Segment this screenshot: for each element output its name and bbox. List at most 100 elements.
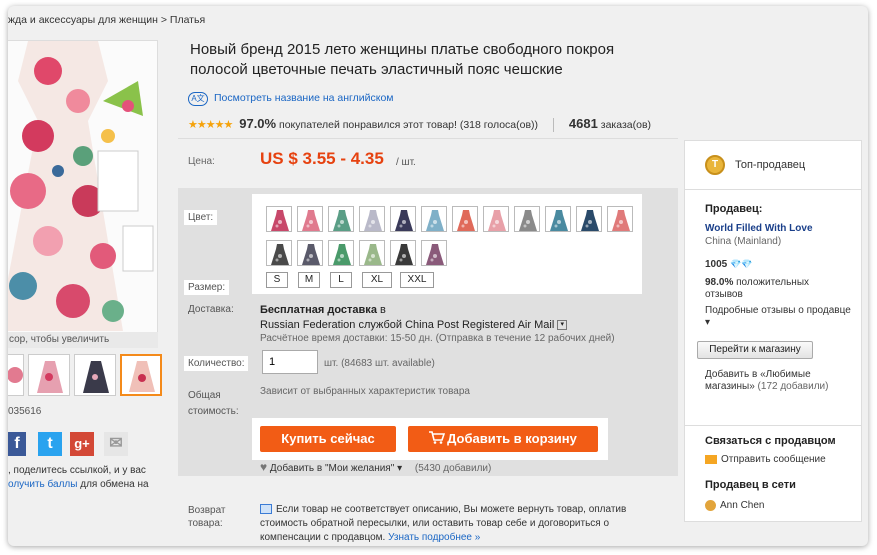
send-message-link[interactable]: Отправить сообщение [705, 454, 826, 465]
swatch-dress-image [267, 207, 291, 231]
shipping-dropdown-icon[interactable]: ▾ [557, 320, 568, 331]
translate-icon: A文 [188, 92, 208, 106]
product-main-image[interactable] [8, 40, 158, 340]
color-swatch[interactable] [359, 206, 385, 232]
breadcrumb[interactable]: жда и аксессуары для женщин > Платья [8, 14, 205, 26]
cart-icon [429, 431, 446, 444]
twitter-share-button[interactable]: t [38, 432, 62, 456]
shipping-to: в [376, 304, 386, 316]
swatch-dress-image [484, 207, 508, 231]
mail-icon [705, 454, 717, 464]
total-label: Общая стоимость: [188, 388, 239, 420]
thumbnail-2[interactable] [28, 354, 70, 396]
share-promo: , поделитесь ссылкой, и у вас олучить ба… [8, 464, 158, 492]
thumbnail-4[interactable] [120, 354, 162, 396]
color-swatch[interactable] [514, 206, 540, 232]
go-to-store-button[interactable]: Перейти к магазину [697, 341, 813, 359]
color-swatch[interactable] [390, 240, 416, 266]
email-share-button[interactable]: ✉ [104, 432, 128, 456]
size-xxl[interactable]: XXL [400, 272, 434, 288]
swatch-dress-image [515, 207, 539, 231]
online-seller-name: Ann Chen [720, 500, 765, 512]
detailed-reviews-label: Подробные отзывы о продавце [705, 305, 851, 316]
color-swatch[interactable] [266, 240, 292, 266]
swatch-dress-image [608, 207, 632, 231]
size-xl[interactable]: XL [362, 272, 392, 288]
return-label-2: товара: [188, 518, 223, 529]
rating-row: ★★★★★ 97.0% покупателей понравился этот … [188, 116, 652, 133]
color-swatch[interactable] [421, 206, 447, 232]
add-to-cart-label: Добавить в корзину [447, 431, 577, 446]
color-swatch[interactable] [421, 240, 447, 266]
thumbnail-3[interactable] [74, 354, 116, 396]
swatch-dress-image [453, 207, 477, 231]
seller-online-title: Продавец в сети [705, 479, 796, 491]
product-title: Новый бренд 2015 лето женщины платье сво… [190, 41, 615, 78]
positive-feedback: 98.0% положительных отзывов [705, 277, 855, 301]
price-unit: / шт. [396, 157, 416, 168]
quantity-label: Количество: [184, 356, 249, 371]
heart-icon: ♥ [260, 460, 268, 474]
size-l[interactable]: L [330, 272, 352, 288]
color-swatch[interactable] [452, 206, 478, 232]
swatch-dress-image [298, 241, 322, 265]
swatch-dress-image [360, 207, 384, 231]
reviews-word: отзывов [705, 289, 743, 300]
return-label: Возврат товара: [188, 504, 226, 530]
color-swatch[interactable] [545, 206, 571, 232]
swatch-dress-image [422, 207, 446, 231]
send-message-label: Отправить сообщение [721, 454, 826, 465]
store-name-link[interactable]: World Filled With Love [705, 223, 813, 234]
google-plus-share-button[interactable]: g+ [70, 432, 94, 456]
color-swatch-panel: S M L XL XXL [252, 194, 642, 294]
share-promo-text-2: для обмена на [77, 479, 149, 490]
add-to-wishlist[interactable]: ♥ Добавить в "Мои желания" ▾ (5430 добав… [260, 460, 491, 474]
quantity-unit: шт. [324, 358, 339, 369]
positive-text: положительных [736, 277, 810, 288]
color-swatch[interactable] [390, 206, 416, 232]
orders-label: заказа(ов) [600, 119, 652, 131]
earn-points-link[interactable]: олучить баллы [8, 479, 77, 490]
rating-percent: 97.0% [239, 116, 277, 131]
thumbnail-1[interactable] [8, 354, 24, 396]
rating-stars-icon: ★★★★★ [188, 119, 233, 131]
diamond-icon: 💎💎 [730, 259, 753, 269]
color-swatch[interactable] [483, 206, 509, 232]
divider [685, 425, 861, 426]
return-label-1: Возврат [188, 505, 226, 516]
add-favorites-label-2: магазины» [705, 381, 755, 392]
learn-more-link[interactable]: Узнать подробнее [388, 532, 472, 543]
color-swatch[interactable] [328, 206, 354, 232]
chevron-right-icon: » [474, 532, 481, 543]
color-swatch[interactable] [297, 206, 323, 232]
color-swatch[interactable] [328, 240, 354, 266]
swatch-dress-image [391, 241, 415, 265]
favorites-count: (172 добавили) [757, 381, 829, 392]
color-swatch[interactable] [576, 206, 602, 232]
detailed-reviews-link[interactable]: Подробные отзывы о продавце ▾ [705, 305, 861, 329]
shipping-label: Доставка: [188, 304, 234, 315]
translate-title-link[interactable]: A文 Посмотреть название на английском [188, 92, 394, 106]
facebook-share-button[interactable]: f [8, 432, 26, 456]
buy-now-button[interactable]: Купить сейчас [260, 426, 396, 452]
size-s[interactable]: S [266, 272, 288, 288]
color-swatch[interactable] [359, 240, 385, 266]
color-swatch[interactable] [297, 240, 323, 266]
quantity-info: шт. (84683 шт. available) [324, 358, 435, 369]
divider [552, 118, 554, 133]
swatch-dress-image [298, 207, 322, 231]
add-to-favorites-link[interactable]: Добавить в «Любимые магазины» (172 добави… [705, 369, 855, 393]
return-policy: Если товар не соответствует описанию, Вы… [260, 503, 640, 545]
translate-label: Посмотреть название на английском [214, 92, 394, 104]
shipping-method[interactable]: Russian Federation службой China Post Re… [260, 319, 568, 331]
size-m[interactable]: M [298, 272, 320, 288]
color-swatch[interactable] [266, 206, 292, 232]
online-seller-link[interactable]: Ann Chen [705, 500, 764, 511]
color-swatch[interactable] [607, 206, 633, 232]
quantity-input[interactable] [262, 350, 318, 374]
price-value: US $ 3.55 - 4.35 [260, 149, 384, 168]
price-label: Цена: [188, 156, 215, 167]
add-to-cart-button[interactable]: Добавить в корзину [408, 426, 598, 452]
wishlist-count: (5430 добавили) [414, 463, 492, 474]
shipping-method-text: Russian Federation службой China Post Re… [260, 319, 555, 331]
